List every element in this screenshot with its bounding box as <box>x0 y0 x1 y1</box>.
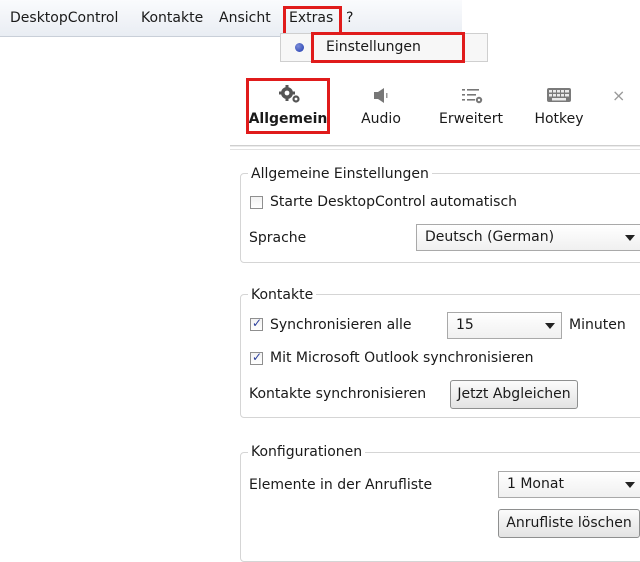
sync-now-button[interactable]: Jetzt Abgleichen <box>450 380 578 409</box>
clear-calllist-button[interactable]: Anrufliste löschen <box>498 509 640 538</box>
menu-ansicht[interactable]: Ansicht <box>219 9 271 27</box>
sync-unit-label: Minuten <box>569 317 626 333</box>
speaker-icon <box>374 88 388 103</box>
radio-bullet-icon <box>295 43 304 52</box>
calllist-value: 1 Monat <box>507 476 564 492</box>
language-value: Deutsch (German) <box>425 229 555 245</box>
tab-erweitert[interactable]: Erweitert <box>428 80 514 132</box>
advanced-settings-icon <box>462 89 483 104</box>
tab-separator <box>230 145 640 147</box>
tab-label: Audio <box>361 111 401 127</box>
close-icon[interactable]: × <box>612 86 625 105</box>
menu-desktopcontrol[interactable]: DesktopControl <box>10 9 118 27</box>
sync-contacts-label: Kontakte synchronisieren <box>249 386 427 402</box>
language-select[interactable]: Deutsch (German) <box>416 224 640 251</box>
tab-separator-shadow <box>230 149 640 150</box>
chevron-down-icon <box>625 482 635 488</box>
group-title-configs: Konfigurationen <box>248 443 366 461</box>
outlook-label: Mit Microsoft Outlook synchronisieren <box>270 350 534 366</box>
calllist-select[interactable]: 1 Monat <box>498 471 640 498</box>
autostart-checkbox[interactable] <box>250 196 263 209</box>
tab-label: Hotkey <box>534 111 584 127</box>
menu-help[interactable]: ? <box>346 9 353 27</box>
keyboard-icon <box>547 88 571 102</box>
highlight-einstellungen <box>311 32 465 63</box>
sync-interval-select[interactable]: 15 <box>447 312 562 339</box>
menu-kontakte[interactable]: Kontakte <box>141 9 203 27</box>
tab-audio[interactable]: Audio <box>338 80 424 132</box>
highlight-allgemein <box>246 78 330 134</box>
tab-hotkey[interactable]: Hotkey <box>516 80 602 132</box>
group-title-contacts: Kontakte <box>248 286 317 304</box>
calllist-label: Elemente in der Anrufliste <box>249 477 433 493</box>
autostart-label: Starte DesktopControl automatisch <box>270 194 518 210</box>
group-title-general: Allgemeine Einstellungen <box>248 165 432 183</box>
chevron-down-icon <box>625 235 635 241</box>
outlook-checkbox[interactable] <box>250 350 263 365</box>
group-configs <box>240 452 640 562</box>
sync-label: Synchronisieren alle <box>270 317 412 333</box>
language-label: Sprache <box>249 230 307 246</box>
sync-interval-value: 15 <box>456 317 474 333</box>
chevron-down-icon <box>545 323 555 329</box>
tab-label: Erweitert <box>439 111 503 127</box>
sync-checkbox[interactable] <box>250 316 263 331</box>
